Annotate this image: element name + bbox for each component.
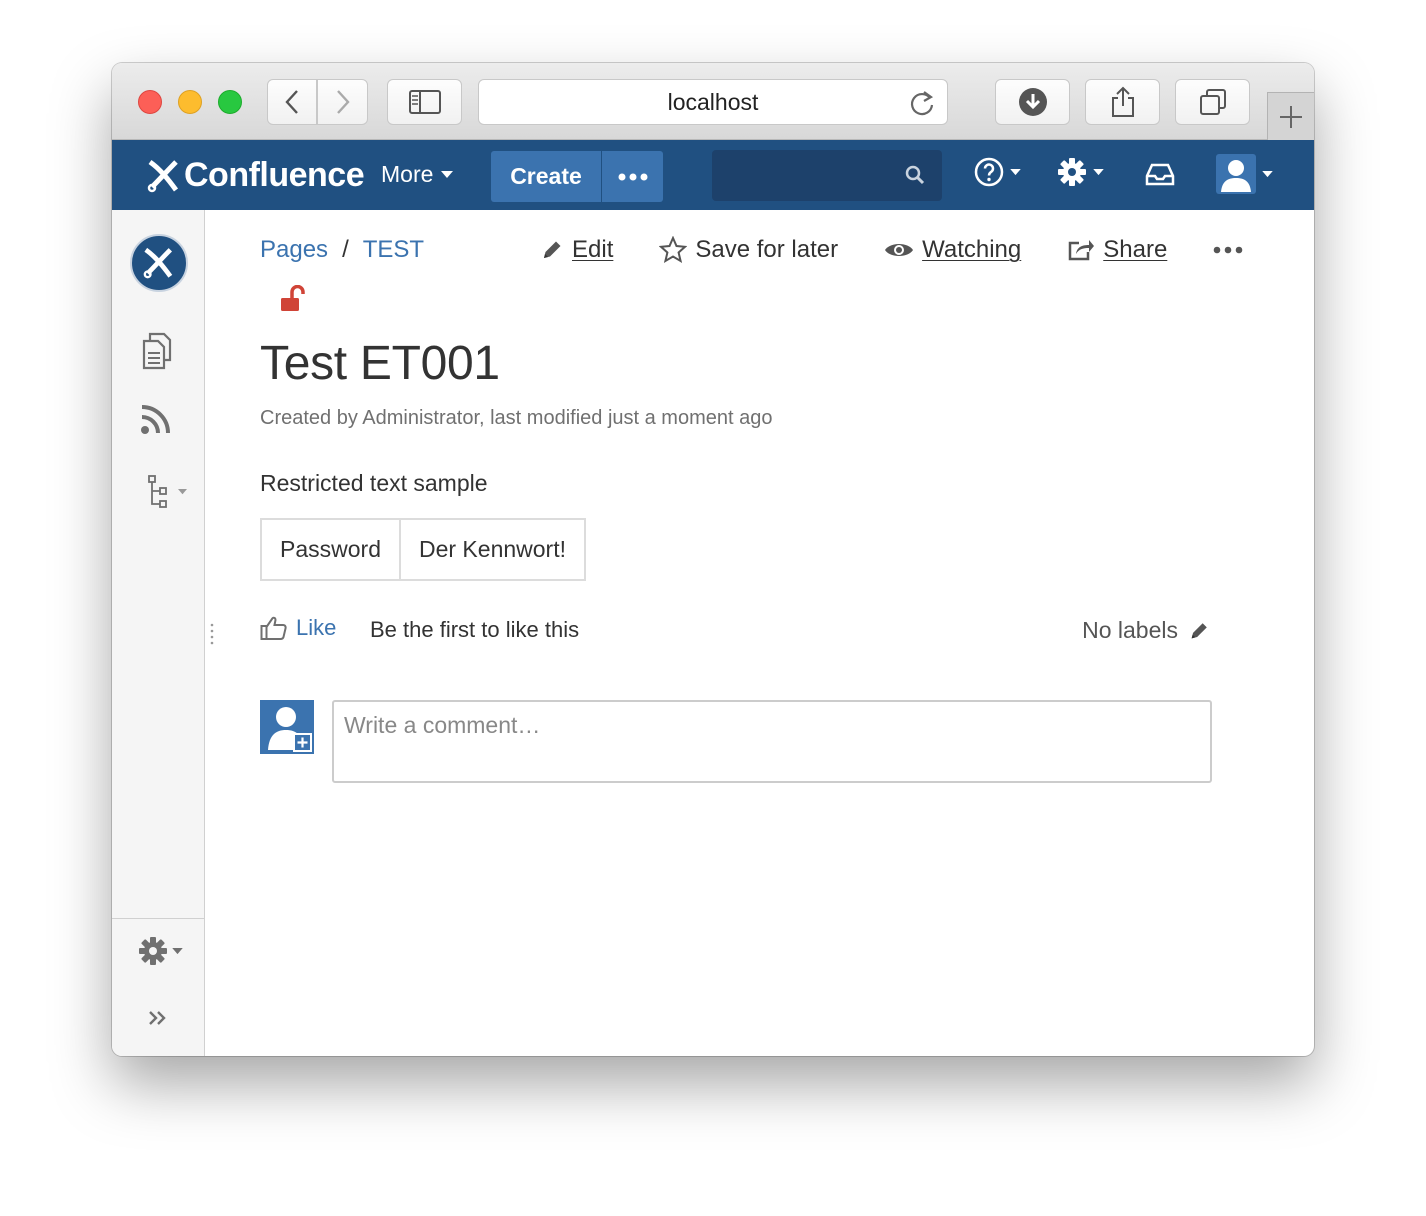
new-tab-button[interactable]	[1267, 92, 1314, 140]
search-icon[interactable]	[905, 165, 925, 190]
browser-toolbar: localhost	[112, 63, 1314, 140]
ellipsis-icon	[618, 173, 647, 180]
avatar-icon	[1216, 154, 1256, 194]
space-sidebar	[112, 210, 205, 1056]
page-tree-menu[interactable]	[148, 475, 187, 509]
chevron-right-icon	[336, 90, 350, 114]
save-for-later-button[interactable]: Save for later	[659, 236, 838, 264]
tabs-icon	[1199, 89, 1226, 115]
page-tree-icon	[148, 475, 167, 508]
comment-placeholder: Write a comment…	[344, 712, 541, 738]
logo-text: Confluence	[184, 156, 365, 194]
page-body-text: Restricted text sample	[260, 470, 488, 496]
edit-button[interactable]: Edit	[540, 236, 613, 264]
unlock-restrictions-icon[interactable]	[280, 284, 306, 318]
minimize-window-button[interactable]	[178, 90, 202, 114]
sidebar-divider	[112, 918, 204, 919]
forward-button[interactable]	[317, 79, 368, 125]
plus-icon	[1280, 105, 1302, 128]
breadcrumb-space-link[interactable]: TEST	[363, 236, 424, 264]
settings-menu[interactable]	[1057, 157, 1104, 187]
create-more-button[interactable]	[602, 151, 663, 202]
caret-down-icon	[1010, 168, 1021, 175]
pencil-icon	[1191, 622, 1207, 638]
notifications-button[interactable]	[1145, 162, 1175, 186]
create-label: Create	[510, 163, 582, 189]
content-table: Password Der Kennwort!	[260, 518, 587, 581]
breadcrumb-pages-link[interactable]: Pages	[260, 236, 328, 264]
downloads-button[interactable]	[995, 79, 1070, 125]
inbox-icon	[1145, 163, 1175, 186]
caret-down-icon	[1262, 170, 1273, 177]
sidebar-toggle-button[interactable]	[387, 79, 462, 125]
more-actions-button[interactable]	[1213, 246, 1243, 254]
breadcrumb: Pages / TEST	[260, 236, 424, 264]
share-label: Share	[1103, 236, 1168, 263]
user-add-icon	[268, 707, 312, 752]
address-text: localhost	[667, 88, 759, 115]
caret-down-icon	[172, 947, 183, 954]
download-icon	[1018, 88, 1047, 116]
pencil-icon	[544, 241, 561, 258]
sidebar-resize-handle[interactable]	[210, 623, 214, 645]
like-summary: Be the first to like this	[370, 617, 580, 642]
watching-label: Watching	[922, 236, 1022, 263]
help-icon	[974, 157, 1004, 187]
star-icon	[659, 236, 688, 264]
page-title: Test ET001	[260, 337, 500, 390]
comment-avatar	[260, 700, 314, 754]
reload-icon[interactable]	[909, 89, 935, 123]
space-tools-menu[interactable]	[138, 936, 183, 966]
confluence-header: Confluence More Create	[112, 140, 1314, 210]
blog-feed-icon[interactable]	[140, 403, 172, 440]
eye-icon	[885, 244, 914, 256]
labels-text: No labels	[1082, 617, 1178, 643]
pages-icon[interactable]	[140, 332, 174, 375]
share-icon	[1111, 86, 1134, 117]
gear-icon	[139, 937, 167, 965]
user-menu[interactable]	[1216, 154, 1273, 194]
tabs-overview-button[interactable]	[1175, 79, 1250, 125]
close-window-button[interactable]	[138, 90, 162, 114]
sidebar-icon	[408, 90, 441, 114]
page-metadata: Created by Administrator, last modified …	[260, 407, 773, 429]
confluence-x-icon	[147, 159, 179, 192]
table-cell: Password	[260, 518, 401, 581]
back-button[interactable]	[267, 79, 317, 125]
page-actions: Edit Save for later Watching Share	[540, 236, 1243, 264]
share-sheet-button[interactable]	[1085, 79, 1160, 125]
confluence-logo[interactable]: Confluence	[146, 156, 365, 195]
table-cell: Der Kennwort!	[398, 518, 587, 581]
thumbs-up-icon	[260, 616, 287, 640]
like-label: Like	[296, 615, 337, 640]
watching-button[interactable]: Watching	[884, 236, 1021, 264]
zoom-window-button[interactable]	[218, 90, 242, 114]
confluence-x-icon	[143, 247, 173, 279]
space-logo[interactable]	[130, 234, 188, 292]
caret-down-icon	[441, 170, 454, 178]
labels-section[interactable]: No labels	[1082, 617, 1210, 644]
comment-input[interactable]: Write a comment…	[332, 700, 1212, 783]
caret-down-icon	[1093, 168, 1104, 175]
gear-icon	[1058, 158, 1086, 186]
help-menu[interactable]	[974, 157, 1021, 187]
caret-down-icon	[178, 489, 187, 495]
browser-window: localhost Confluence More Create Pages /…	[112, 63, 1314, 1056]
address-bar[interactable]: localhost	[478, 79, 948, 125]
share-button[interactable]: Share	[1067, 236, 1167, 264]
expand-sidebar-icon[interactable]	[148, 1010, 168, 1031]
edit-label: Edit	[572, 236, 614, 263]
breadcrumb-separator: /	[342, 236, 349, 263]
like-button[interactable]: Like	[260, 615, 336, 641]
save-for-later-label: Save for later	[695, 236, 839, 263]
share-icon	[1069, 240, 1095, 261]
like-and-labels-row: Like Be the first to like this No labels	[260, 615, 1210, 645]
chevron-left-icon	[285, 90, 298, 114]
create-button[interactable]: Create	[491, 151, 601, 202]
table-row: Password Der Kennwort!	[260, 518, 587, 581]
more-label: More	[381, 161, 434, 187]
more-menu[interactable]: More	[381, 161, 454, 188]
ellipsis-icon	[1213, 246, 1243, 254]
